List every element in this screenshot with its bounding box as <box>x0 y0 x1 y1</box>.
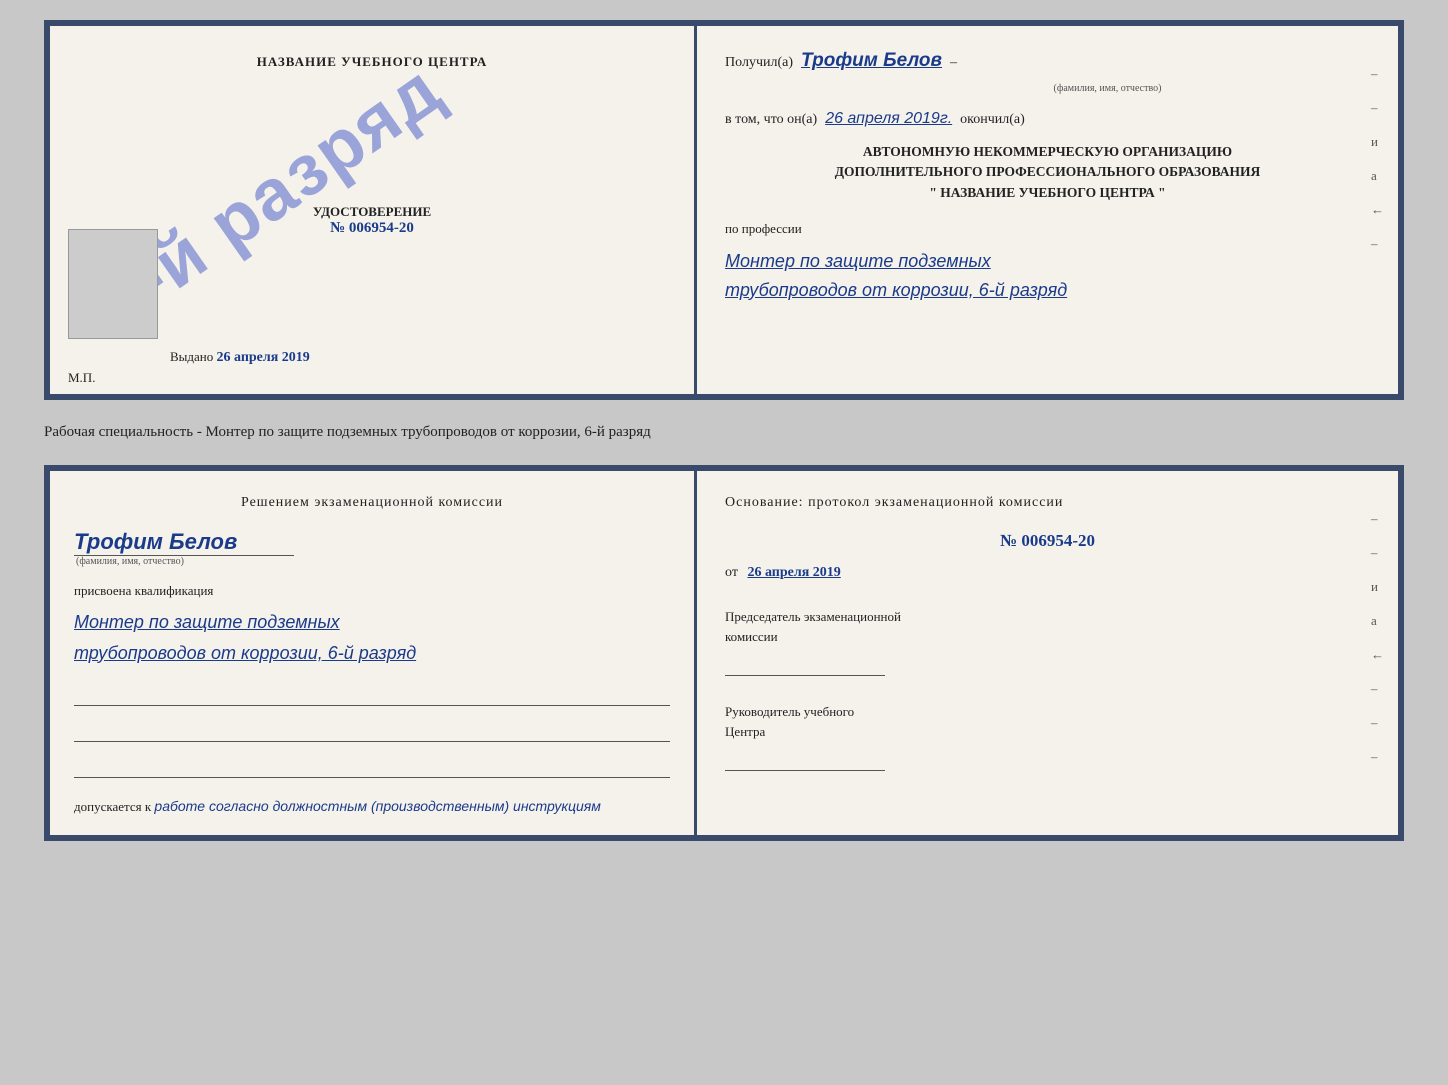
protocol-date-value: 26 апреля 2019 <box>747 565 840 580</box>
extra-lines <box>74 684 670 778</box>
protocol-date-row: от 26 апреля 2019 <box>725 565 1370 581</box>
photo-placeholder <box>68 229 158 339</box>
right-edge-chars-bottom: – – и а ← – – – <box>1371 511 1384 765</box>
admitted-value: работе согласно должностным (производств… <box>154 798 600 814</box>
org-line3: " НАЗВАНИЕ УЧЕБНОГО ЦЕНТРА " <box>725 183 1370 203</box>
specialty-text: Рабочая специальность - Монтер по защите… <box>44 418 1404 447</box>
stamp-container: 6-й разряд <box>130 56 410 336</box>
bottom-left-panel: Решением экзаменационной комиссии Трофим… <box>50 471 697 835</box>
recipient-name: Трофим Белов <box>801 50 942 72</box>
certificate-document: НАЗВАНИЕ УЧЕБНОГО ЦЕНТРА 6-й разряд УДОС… <box>44 20 1404 400</box>
qualification-line1: Монтер по защите подземных <box>74 607 670 638</box>
org-line1: АВТОНОМНУЮ НЕКОММЕРЧЕСКУЮ ОРГАНИЗАЦИЮ <box>725 142 1370 162</box>
bottom-line-3 <box>74 756 670 778</box>
director-line2: Центра <box>725 722 1370 742</box>
basis-label: Основание: протокол экзаменационной коми… <box>725 495 1370 511</box>
chairman-block: Председатель экзаменационной комиссии <box>725 607 1370 676</box>
date-prefix: в том, что он(а) <box>725 112 817 128</box>
recipient-row: Получил(а) Трофим Белов – <box>725 50 1370 73</box>
org-line2: ДОПОЛНИТЕЛЬНОГО ПРОФЕССИОНАЛЬНОГО ОБРАЗО… <box>725 162 1370 182</box>
admitted-prefix: допускается к <box>74 799 151 814</box>
chairman-line1: Председатель экзаменационной <box>725 607 1370 627</box>
chairman-line2: комиссии <box>725 627 1370 647</box>
bottom-fio-label: (фамилия, имя, отчество) <box>74 556 670 567</box>
protocol-number: № 006954-20 <box>725 531 1370 551</box>
director-signature-line <box>725 749 885 771</box>
qualification-line2: трубопроводов от коррозии, 6-й разряд <box>74 638 670 669</box>
dash1: – <box>950 55 957 71</box>
org-text-block: АВТОНОМНУЮ НЕКОММЕРЧЕСКУЮ ОРГАНИЗАЦИЮ ДО… <box>725 142 1370 203</box>
bottom-right-panel: Основание: протокол экзаменационной коми… <box>697 471 1398 835</box>
cert-right-panel: Получил(а) Трофим Белов – (фамилия, имя,… <box>697 26 1398 394</box>
date-value: 26 апреля 2019г. <box>825 110 952 128</box>
okончил-label: окончил(а) <box>960 112 1025 128</box>
bottom-name-block: Трофим Белов (фамилия, имя, отчество) <box>74 525 670 567</box>
chairman-signature-line <box>725 654 885 676</box>
recipient-fio-label: (фамилия, имя, отчество) <box>845 83 1370 94</box>
profession-label: по профессии <box>725 221 1370 237</box>
cert-number-block: УДОСТОВЕРЕНИЕ № 006954-20 <box>313 204 431 237</box>
right-edge-chars: – – и а ← – <box>1371 66 1384 252</box>
bottom-document: Решением экзаменационной комиссии Трофим… <box>44 465 1404 841</box>
cert-udostoverenie-label: УДОСТОВЕРЕНИЕ <box>313 204 431 220</box>
cert-left-panel: НАЗВАНИЕ УЧЕБНОГО ЦЕНТРА 6-й разряд УДОС… <box>50 26 697 394</box>
director-block: Руководитель учебного Центра <box>725 702 1370 771</box>
bottom-line-2 <box>74 720 670 742</box>
profession-line1: Монтер по защите подземных <box>725 247 1370 276</box>
profession-handwritten: Монтер по защите подземных трубопроводов… <box>725 247 1370 305</box>
director-line1: Руководитель учебного <box>725 702 1370 722</box>
bottom-line-1 <box>74 684 670 706</box>
date-from-prefix: от <box>725 565 738 580</box>
cert-number-value: № 006954-20 <box>313 220 431 237</box>
qualification-handwritten: Монтер по защите подземных трубопроводов… <box>74 607 670 668</box>
date-row: в том, что он(а) 26 апреля 2019г. окончи… <box>725 108 1370 128</box>
issued-label: Выдано <box>170 349 213 364</box>
profession-line2: трубопроводов от коррозии, 6-й разряд <box>725 276 1370 305</box>
issued-date: 26 апреля 2019 <box>217 350 310 365</box>
cert-center-title: НАЗВАНИЕ УЧЕБНОГО ЦЕНТРА <box>257 54 488 70</box>
bottom-name: Трофим Белов <box>74 529 670 555</box>
admitted-text-block: допускается к работе согласно должностны… <box>74 798 670 815</box>
decision-title: Решением экзаменационной комиссии <box>74 495 670 511</box>
assigned-label: присвоена квалификация <box>74 583 670 599</box>
mp-block: М.П. <box>68 370 95 386</box>
recipient-prefix: Получил(а) <box>725 55 793 71</box>
issued-block: Выдано 26 апреля 2019 <box>170 349 310 366</box>
